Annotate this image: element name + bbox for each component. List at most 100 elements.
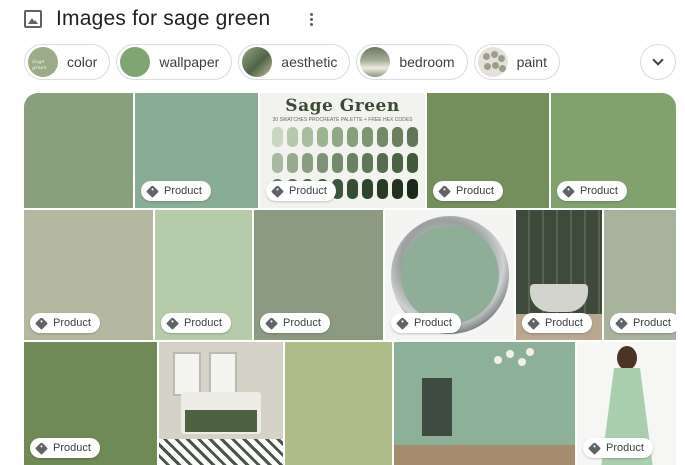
color-swatch bbox=[407, 127, 418, 147]
lamp-globe bbox=[494, 356, 502, 364]
chip-wallpaper-thumbnail bbox=[120, 47, 151, 77]
image-tile[interactable]: Sage Green 30 SWATCHES PROCREATE PALETTE… bbox=[260, 93, 425, 208]
product-badge: Product bbox=[610, 313, 676, 333]
chip-bedroom[interactable]: bedroom bbox=[356, 44, 468, 80]
image-tile[interactable]: Product bbox=[24, 210, 153, 340]
paint-dot bbox=[483, 63, 491, 70]
window bbox=[173, 352, 201, 396]
chip-color-thumbnail: Sage green bbox=[28, 47, 58, 77]
image-tile[interactable]: Product bbox=[604, 210, 676, 340]
chip-wallpaper[interactable]: wallpaper bbox=[116, 44, 233, 80]
image-tile[interactable]: Product bbox=[24, 342, 157, 465]
color-swatch bbox=[272, 127, 283, 147]
chandelier bbox=[494, 348, 534, 370]
color-swatch bbox=[362, 179, 373, 199]
color-swatch bbox=[377, 179, 388, 199]
chip-color-thumb-text: Sage green bbox=[32, 59, 47, 71]
product-badge: Product bbox=[30, 313, 100, 333]
product-badge-label: Product bbox=[289, 185, 327, 197]
color-swatch bbox=[302, 153, 313, 173]
paint-dot bbox=[482, 53, 490, 60]
tag-icon bbox=[438, 184, 451, 198]
cabinet bbox=[422, 378, 452, 436]
more-options-button[interactable] bbox=[305, 10, 317, 28]
product-badge-label: Product bbox=[633, 317, 671, 329]
color-swatch bbox=[407, 153, 418, 173]
lamp-globe bbox=[518, 358, 526, 366]
page-title: Images for sage green bbox=[56, 7, 271, 30]
image-tile[interactable] bbox=[394, 342, 575, 465]
tag-icon bbox=[527, 316, 540, 330]
product-badge: Product bbox=[433, 181, 503, 201]
chip-paint[interactable]: paint bbox=[473, 44, 560, 80]
color-swatch bbox=[272, 153, 283, 173]
chip-label: wallpaper bbox=[159, 54, 220, 70]
more-vert-dot bbox=[309, 17, 313, 21]
palette-subtitle: 30 SWATCHES PROCREATE PALETTE + FREE HEX… bbox=[272, 117, 413, 123]
product-badge-label: Product bbox=[184, 317, 222, 329]
model-head bbox=[617, 346, 637, 370]
image-grid: Product Sage Green 30 SWATCHES PROCREATE… bbox=[24, 93, 676, 465]
product-badge-label: Product bbox=[456, 185, 494, 197]
color-swatch bbox=[347, 127, 358, 147]
image-tile[interactable]: Product bbox=[254, 210, 383, 340]
product-badge: Product bbox=[260, 313, 330, 333]
paint-dot bbox=[497, 55, 505, 62]
color-swatch bbox=[332, 127, 343, 147]
chip-aesthetic-thumbnail bbox=[242, 47, 273, 77]
chip-aesthetic[interactable]: aesthetic bbox=[238, 44, 351, 80]
header: Images for sage green bbox=[24, 6, 270, 32]
product-badge: Product bbox=[522, 313, 592, 333]
tag-icon bbox=[146, 184, 159, 198]
palette-title: Sage Green bbox=[285, 96, 400, 116]
chip-bedroom-thumbnail bbox=[360, 47, 391, 77]
product-badge-label: Product bbox=[414, 317, 452, 329]
image-tile[interactable]: Product bbox=[155, 210, 252, 340]
color-swatch bbox=[377, 153, 388, 173]
paint-dot bbox=[498, 65, 506, 72]
chip-label: aesthetic bbox=[281, 54, 338, 70]
chip-label: paint bbox=[516, 54, 547, 70]
product-badge: Product bbox=[557, 181, 627, 201]
tag-icon bbox=[615, 316, 628, 330]
expand-chips-button[interactable] bbox=[640, 44, 676, 80]
floor bbox=[394, 445, 575, 465]
image-tile[interactable] bbox=[24, 93, 133, 208]
color-swatch bbox=[317, 153, 328, 173]
color-swatch bbox=[407, 179, 418, 199]
image-tile[interactable] bbox=[285, 342, 392, 465]
product-badge-label: Product bbox=[53, 317, 91, 329]
image-tile[interactable]: Product bbox=[551, 93, 676, 208]
paint-can-fill bbox=[401, 226, 499, 324]
product-badge-label: Product bbox=[545, 317, 583, 329]
image-icon bbox=[24, 10, 42, 28]
chip-color[interactable]: Sage green color bbox=[24, 44, 111, 80]
product-badge-label: Product bbox=[53, 442, 91, 454]
lamp-globe bbox=[506, 350, 514, 358]
product-badge: Product bbox=[266, 181, 336, 201]
paint-dot bbox=[491, 62, 499, 69]
tag-icon bbox=[271, 184, 284, 198]
filter-chips: Sage green color wallpaper aesthetic bed… bbox=[24, 44, 560, 80]
color-swatch bbox=[332, 153, 343, 173]
chevron-down-icon bbox=[652, 54, 664, 66]
chip-paint-thumbnail bbox=[477, 47, 508, 77]
lamp-globe bbox=[526, 348, 534, 356]
image-tile[interactable]: Product bbox=[385, 210, 514, 340]
image-tile[interactable] bbox=[159, 342, 283, 465]
tag-icon bbox=[35, 316, 48, 330]
color-swatch bbox=[287, 127, 298, 147]
image-tile[interactable]: Product bbox=[427, 93, 549, 208]
tag-icon bbox=[396, 316, 409, 330]
color-swatch bbox=[392, 127, 403, 147]
color-swatch bbox=[347, 179, 358, 199]
color-swatch bbox=[377, 127, 388, 147]
image-tile[interactable]: Product bbox=[516, 210, 602, 340]
color-swatch bbox=[392, 153, 403, 173]
color-swatch bbox=[287, 153, 298, 173]
blanket bbox=[185, 410, 257, 432]
chip-label: bedroom bbox=[399, 54, 455, 70]
product-badge: Product bbox=[161, 313, 231, 333]
image-tile[interactable]: Product bbox=[577, 342, 676, 465]
image-tile[interactable]: Product bbox=[135, 93, 258, 208]
